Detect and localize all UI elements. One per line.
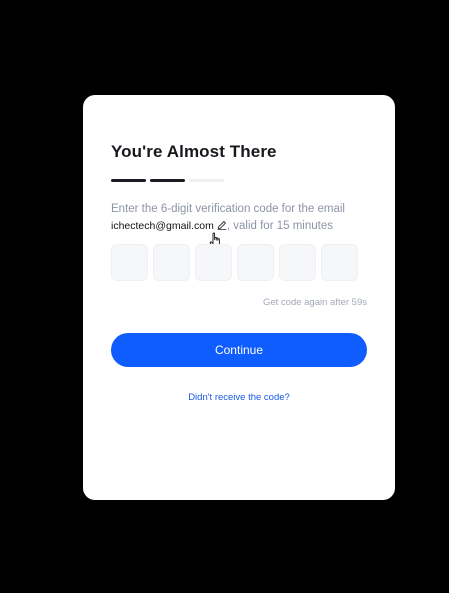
code-digit-1[interactable] (111, 244, 148, 281)
instruction-line: Enter the 6-digit verification code for … (111, 203, 345, 215)
continue-button[interactable]: Continue (111, 333, 367, 367)
code-digit-3[interactable] (195, 244, 232, 281)
validity-text: , valid for 15 minutes (226, 220, 333, 232)
verification-card: You're Almost There Enter the 6-digit ve… (83, 95, 395, 500)
email-address: ichectech@gmail.com (111, 220, 214, 232)
progress-indicator (111, 179, 224, 182)
didnt-receive-code-link[interactable]: Didn't receive the code? (83, 392, 395, 403)
instruction-email-line: ichectech@gmail.com , valid for 15 minut… (111, 218, 373, 235)
progress-step-3 (189, 179, 224, 182)
pencil-icon[interactable] (217, 220, 227, 230)
progress-step-2 (150, 179, 185, 182)
code-digit-2[interactable] (153, 244, 190, 281)
progress-step-1 (111, 179, 146, 182)
resend-timer: Get code again after 59s (262, 297, 367, 308)
code-digit-6[interactable] (321, 244, 358, 281)
code-digit-5[interactable] (279, 244, 316, 281)
page-title: You're Almost There (111, 142, 277, 161)
code-digit-4[interactable] (237, 244, 274, 281)
instruction-text: Enter the 6-digit verification code for … (111, 201, 373, 235)
code-input-group (111, 244, 358, 281)
